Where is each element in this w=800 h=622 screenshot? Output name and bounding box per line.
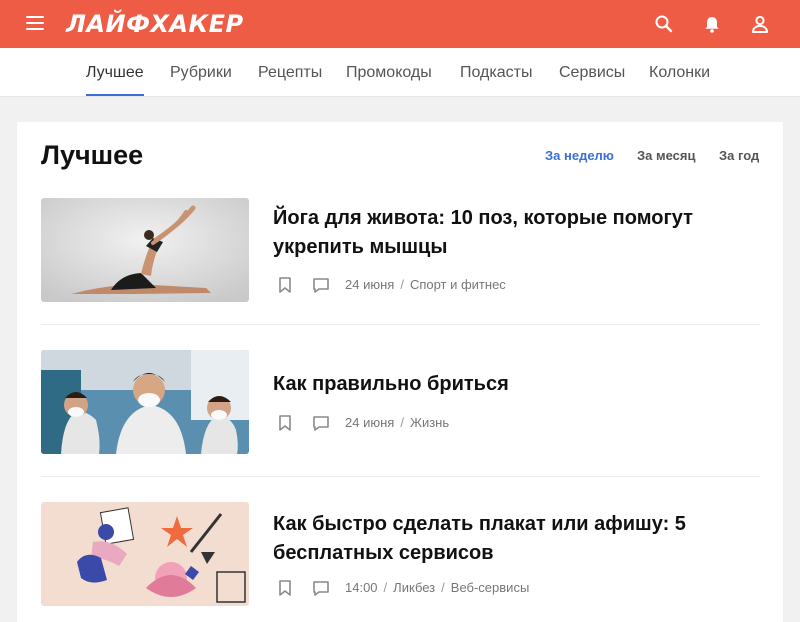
article-date: 14:00 xyxy=(345,580,378,595)
top-bar: ЛАЙФХАКЕР xyxy=(0,0,800,48)
article-title-line: укрепить мышцы xyxy=(273,236,448,258)
user-icon[interactable] xyxy=(748,12,772,36)
best-articles-card: Лучшее За неделю За месяц За год Йога дл… xyxy=(17,122,783,622)
article-thumbnail[interactable] xyxy=(41,350,249,454)
article-title[interactable]: Как быстро сделать плакат или афишу: 5 б… xyxy=(273,510,733,568)
comment-icon[interactable] xyxy=(311,275,331,295)
article-date: 24 июня xyxy=(345,277,395,292)
nav-item-best[interactable]: Лучшее xyxy=(86,48,144,96)
period-year[interactable]: За год xyxy=(719,148,759,163)
article-item: Как правильно бриться 24 июня / Жизнь xyxy=(41,350,760,477)
site-logo[interactable]: ЛАЙФХАКЕР xyxy=(66,8,244,40)
article-category-link[interactable]: Веб-сервисы xyxy=(451,580,530,595)
search-icon[interactable] xyxy=(652,12,676,36)
page-title: Лучшее xyxy=(41,140,144,170)
article-category-link[interactable]: Ликбез xyxy=(393,580,435,595)
article-thumbnail[interactable] xyxy=(41,198,249,302)
article-thumbnail[interactable] xyxy=(41,502,249,606)
period-month[interactable]: За месяц xyxy=(637,148,695,163)
article-category-link[interactable]: Жизнь xyxy=(410,415,449,430)
bell-icon[interactable] xyxy=(700,12,724,36)
article-title[interactable]: Как правильно бриться xyxy=(273,370,733,399)
article-item: Йога для живота: 10 поз, которые помогут… xyxy=(41,198,760,325)
menu-icon[interactable] xyxy=(26,16,44,30)
bookmark-icon[interactable] xyxy=(275,413,295,433)
article-title-line: Как правильно бриться xyxy=(273,373,509,395)
article-title-line: Йога для живота: 10 поз, которые помогут xyxy=(273,207,693,229)
article-title-line: Как быстро сделать плакат или афишу: 5 xyxy=(273,513,686,535)
nav-item-promocodes[interactable]: Промокоды xyxy=(346,48,432,96)
nav-item-services[interactable]: Сервисы xyxy=(559,48,625,96)
article-date: 24 июня xyxy=(345,415,395,430)
comment-icon[interactable] xyxy=(311,413,331,433)
bookmark-icon[interactable] xyxy=(275,578,295,598)
article-title-line: бесплатных сервисов xyxy=(273,542,494,564)
section-nav: Лучшее Рубрики Рецепты Промокоды Подкаст… xyxy=(0,48,800,97)
article-item: Как быстро сделать плакат или афишу: 5 б… xyxy=(41,502,760,622)
nav-item-podcasts[interactable]: Подкасты xyxy=(460,48,532,96)
nav-item-rubrics[interactable]: Рубрики xyxy=(170,48,232,96)
period-week[interactable]: За неделю xyxy=(545,148,614,163)
article-title[interactable]: Йога для живота: 10 поз, которые помогут… xyxy=(273,204,733,262)
comment-icon[interactable] xyxy=(311,578,331,598)
bookmark-icon[interactable] xyxy=(275,275,295,295)
article-category-link[interactable]: Спорт и фитнес xyxy=(410,277,506,292)
nav-item-columns[interactable]: Колонки xyxy=(649,48,710,96)
nav-item-recipes[interactable]: Рецепты xyxy=(258,48,322,96)
